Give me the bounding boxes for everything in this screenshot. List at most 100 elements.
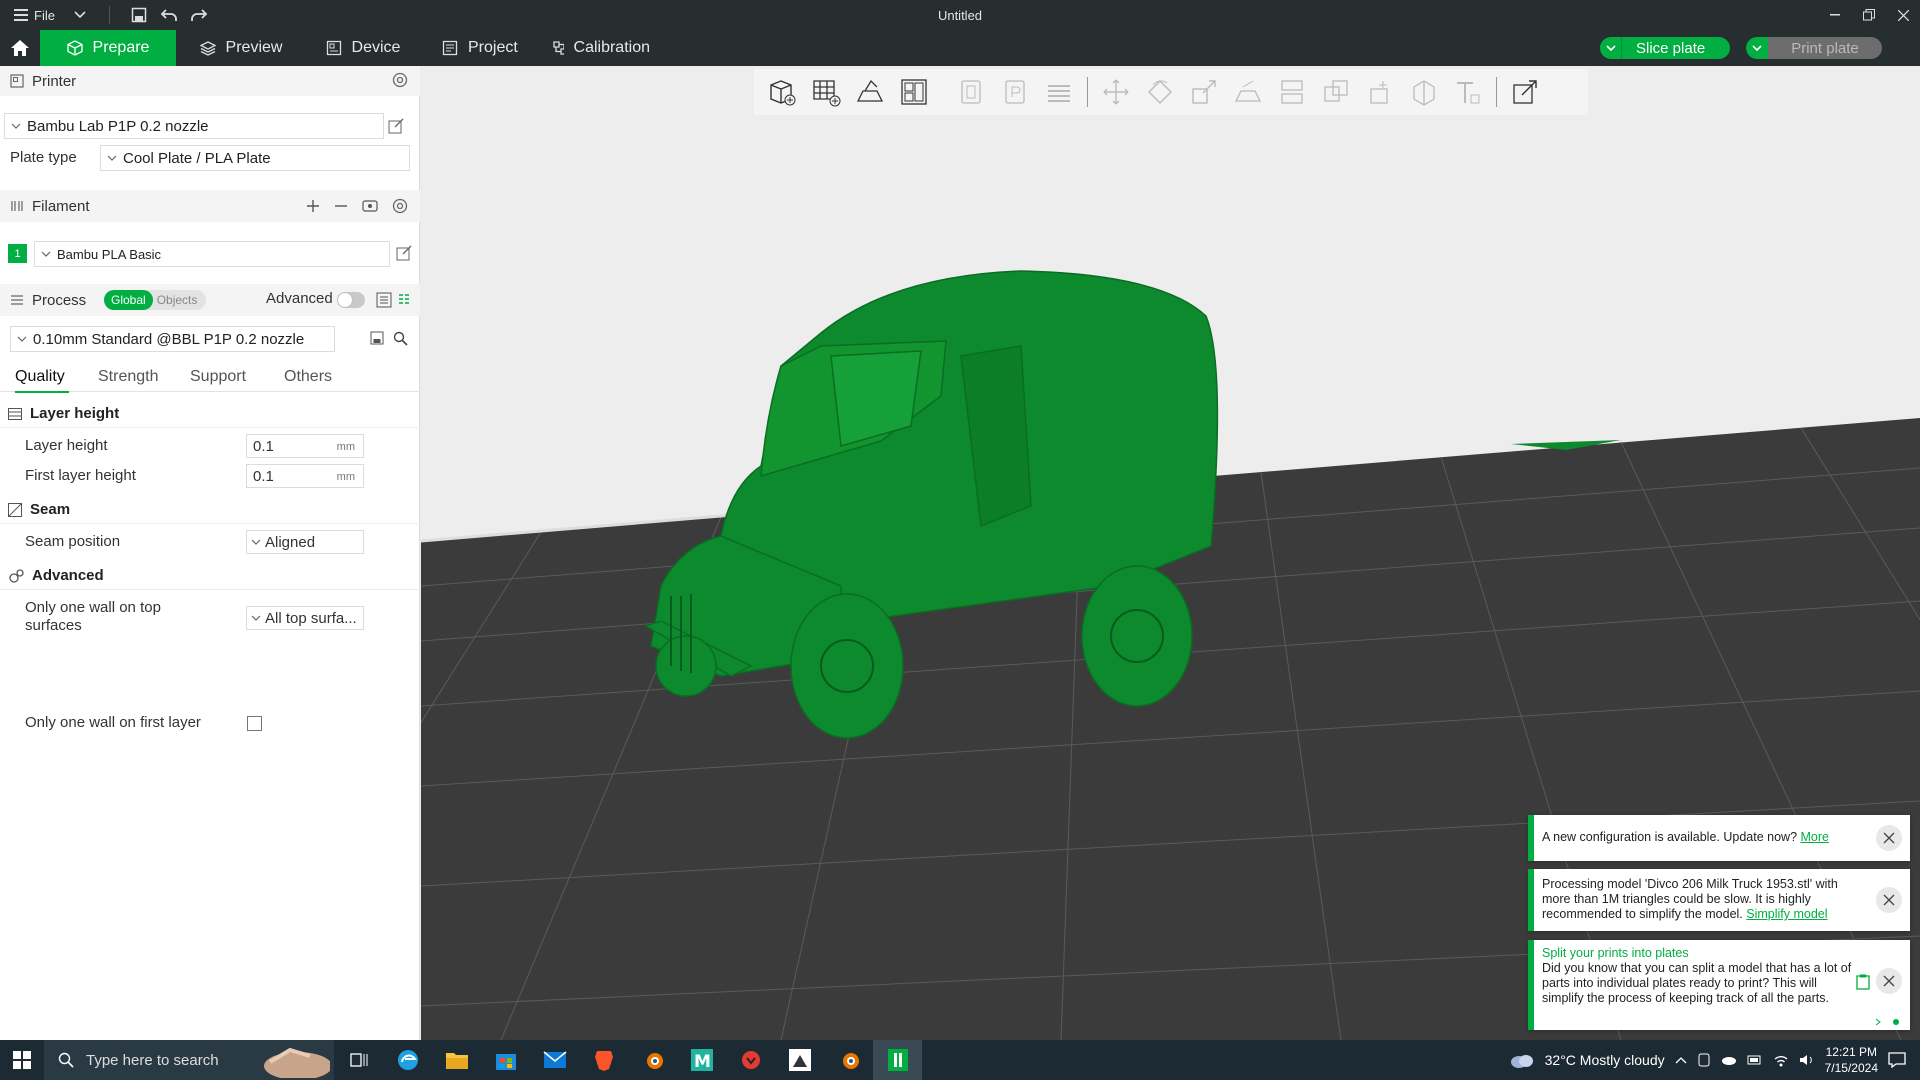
redo-icon[interactable] — [184, 0, 214, 30]
edge-browser-icon[interactable] — [383, 1040, 432, 1080]
add-filament-icon[interactable] — [306, 199, 320, 213]
simplify-model-link[interactable]: Simplify model — [1746, 907, 1827, 921]
tab-project[interactable]: Project — [420, 30, 536, 66]
file-menu[interactable]: File — [0, 0, 65, 30]
cut-icon[interactable] — [1270, 72, 1314, 112]
orient-icon[interactable] — [949, 72, 993, 112]
save-icon[interactable] — [124, 0, 154, 30]
home-button[interactable] — [0, 30, 40, 66]
one-wall-first-layer-checkbox[interactable] — [247, 716, 262, 731]
windows-start-button[interactable] — [0, 1040, 44, 1080]
onedrive-icon[interactable] — [1721, 1053, 1737, 1067]
scale-icon[interactable] — [1182, 72, 1226, 112]
auto-orient-icon[interactable] — [848, 72, 892, 112]
printer-select[interactable]: Bambu Lab P1P 0.2 nozzle — [4, 113, 384, 139]
assembly-view-icon[interactable] — [1503, 72, 1547, 112]
tab-quality[interactable]: Quality — [0, 362, 84, 393]
plate-type-label: Plate type — [10, 149, 77, 166]
support-paint-icon[interactable] — [1358, 72, 1402, 112]
plate-type-select[interactable]: Cool Plate / PLA Plate — [100, 145, 410, 171]
save-preset-icon[interactable] — [370, 331, 384, 345]
slice-plate-button[interactable]: Slice plate — [1622, 37, 1730, 59]
search-icon[interactable] — [393, 331, 408, 346]
close-window-icon[interactable] — [1886, 0, 1920, 30]
plate-icon[interactable] — [993, 72, 1037, 112]
settings-dot-icon[interactable] — [1892, 1018, 1900, 1026]
blender-alt-icon[interactable] — [824, 1040, 873, 1080]
first-layer-height-unit: mm — [336, 471, 355, 483]
tab-strength[interactable]: Strength — [84, 362, 178, 392]
filament-select[interactable]: Bambu PLA Basic — [34, 241, 390, 267]
wifi-icon[interactable] — [1773, 1053, 1789, 1067]
close-icon[interactable] — [1876, 968, 1902, 994]
undo-icon[interactable] — [154, 0, 184, 30]
restore-icon[interactable] — [1852, 0, 1886, 30]
boolean-icon[interactable] — [1314, 72, 1358, 112]
close-icon[interactable] — [1876, 887, 1902, 913]
clipboard-icon[interactable] — [1856, 974, 1870, 990]
tab-support[interactable]: Support — [178, 362, 268, 392]
printer-settings-icon[interactable] — [392, 72, 408, 88]
objects-option[interactable]: Objects — [153, 293, 198, 307]
global-option[interactable]: Global — [104, 290, 153, 310]
text-tool-icon[interactable] — [1446, 72, 1490, 112]
task-view-icon[interactable] — [334, 1040, 383, 1080]
tab-calibration[interactable]: Calibration — [536, 30, 666, 66]
device-tray-icon[interactable] — [1697, 1053, 1711, 1067]
weather-text[interactable]: 32°C Mostly cloudy — [1545, 1052, 1665, 1068]
maya-icon[interactable]: M — [677, 1040, 726, 1080]
brave-browser-icon[interactable] — [579, 1040, 628, 1080]
notifications-icon[interactable] — [1888, 1052, 1906, 1068]
microsoft-store-icon[interactable] — [481, 1040, 530, 1080]
seam-position-select[interactable]: Aligned — [246, 530, 364, 554]
edit-printer-icon[interactable] — [388, 118, 404, 134]
add-object-icon[interactable] — [760, 72, 804, 112]
windows-taskbar: Type here to search M 32°C Mostly cloudy… — [0, 1040, 1920, 1080]
slice-options-button[interactable] — [1600, 37, 1622, 59]
compare-icon[interactable] — [397, 292, 411, 306]
first-layer-height-input[interactable]: 0.1 mm — [246, 464, 364, 488]
close-icon[interactable] — [1876, 825, 1902, 851]
list-view-icon[interactable] — [376, 292, 392, 308]
file-explorer-icon[interactable] — [432, 1040, 481, 1080]
arrange-icon[interactable] — [892, 72, 936, 112]
sync-filament-icon[interactable] — [362, 198, 378, 214]
config-update-more-link[interactable]: More — [1801, 830, 1829, 844]
global-objects-toggle[interactable]: Global Objects — [104, 290, 206, 310]
edit-filament-icon[interactable] — [396, 245, 412, 261]
windows-logo-icon — [13, 1051, 31, 1069]
battery-icon[interactable] — [1747, 1054, 1763, 1066]
move-icon[interactable] — [1094, 72, 1138, 112]
print-options-button[interactable] — [1746, 37, 1768, 59]
tab-prepare[interactable]: Prepare — [40, 30, 176, 66]
volume-icon[interactable] — [1799, 1053, 1815, 1067]
add-plate-icon[interactable] — [804, 72, 848, 112]
settings-sidebar: Printer Bambu Lab P1P 0.2 nozzle Plate t… — [0, 66, 420, 1040]
process-preset-select[interactable]: 0.10mm Standard @BBL P1P 0.2 nozzle — [10, 326, 335, 352]
tab-device[interactable]: Device — [306, 30, 420, 66]
file-dropdown-icon[interactable] — [65, 0, 95, 30]
tab-others[interactable]: Others — [268, 362, 332, 392]
mail-icon[interactable] — [530, 1040, 579, 1080]
advanced-toggle[interactable] — [337, 292, 365, 308]
red-app-icon[interactable] — [726, 1040, 775, 1080]
blender-icon[interactable] — [628, 1040, 677, 1080]
clock[interactable]: 12:21 PM 7/15/2024 — [1825, 1044, 1878, 1076]
layers-editing-icon[interactable] — [1037, 72, 1081, 112]
one-wall-top-select[interactable]: All top surfa... — [246, 606, 364, 630]
rotate-icon[interactable] — [1138, 72, 1182, 112]
bambu-studio-icon[interactable] — [873, 1040, 922, 1080]
minimize-icon[interactable] — [1818, 0, 1852, 30]
zbrush-icon[interactable] — [775, 1040, 824, 1080]
filament-slot-badge[interactable]: 1 — [8, 244, 27, 263]
tab-preview[interactable]: Preview — [176, 30, 306, 66]
taskbar-search[interactable]: Type here to search — [44, 1040, 334, 1080]
print-plate-button[interactable]: Print plate — [1768, 37, 1882, 59]
lay-on-face-icon[interactable] — [1226, 72, 1270, 112]
remove-filament-icon[interactable] — [334, 199, 348, 213]
filament-settings-icon[interactable] — [392, 198, 408, 214]
seam-paint-icon[interactable] — [1402, 72, 1446, 112]
chevron-up-icon[interactable] — [1675, 1056, 1687, 1064]
layer-height-input[interactable]: 0.1 mm — [246, 434, 364, 458]
chevron-right-icon[interactable] — [1874, 1018, 1882, 1026]
